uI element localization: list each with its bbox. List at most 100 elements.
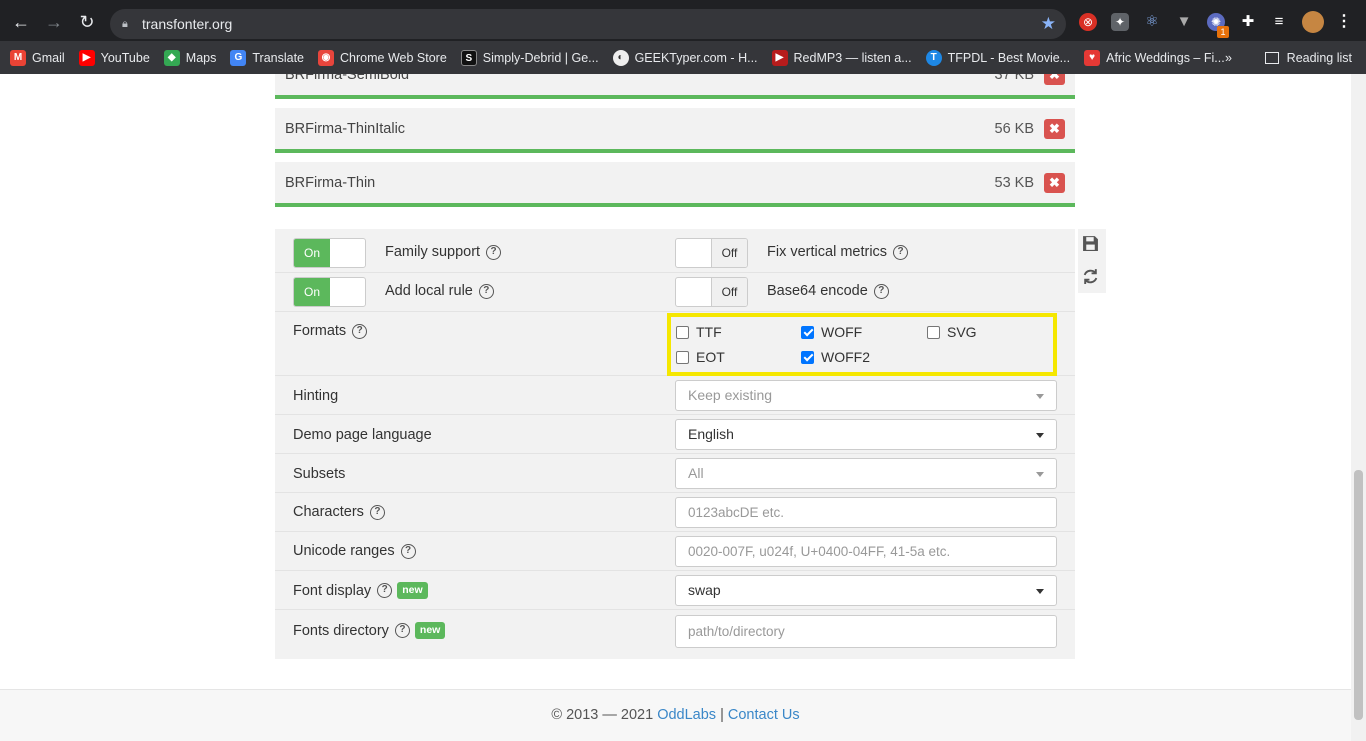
page-content: BRFirma-SemiBold 37 KB ✖ BRFirma-ThinIta… <box>0 74 1366 741</box>
settings-row: Unicode ranges? 0020-007F, u024f, U+0400… <box>275 532 1075 571</box>
bookmarks-more-button[interactable]: » <box>1225 51 1232 65</box>
help-icon[interactable]: ? <box>400 543 416 559</box>
settings-row: Subsets All <box>275 454 1075 493</box>
file-name: BRFirma-SemiBold <box>285 74 410 83</box>
remove-file-button[interactable]: ✖ <box>1044 74 1065 85</box>
file-row: BRFirma-SemiBold 37 KB ✖ <box>275 74 1075 99</box>
file-row: BRFirma-ThinItalic 56 KB ✖ <box>275 108 1075 153</box>
subsets-label: Subsets <box>293 466 346 482</box>
remove-file-button[interactable]: ✖ <box>1044 173 1065 193</box>
characters-label: Characters? <box>293 504 385 520</box>
hinting-label: Hinting <box>293 388 339 404</box>
file-name: BRFirma-ThinItalic <box>285 121 406 137</box>
new-badge: new <box>414 622 446 639</box>
forward-icon[interactable]: → <box>42 10 66 34</box>
tfpdl-icon: T <box>925 49 942 66</box>
side-actions <box>1078 229 1106 293</box>
base64-encode-label: Base64 encode? <box>767 283 889 299</box>
redmp3-icon: ▶ <box>771 49 788 66</box>
reload-icon[interactable]: ↻ <box>75 10 99 34</box>
settings-row: Fonts directory? new path/to/directory <box>275 610 1075 659</box>
fix-vertical-metrics-toggle[interactable]: Off <box>675 238 748 268</box>
copyright-text: © 2013 — 2021 <box>551 707 654 723</box>
file-size: 53 KB <box>994 175 1035 191</box>
maps-icon: ◆ <box>163 49 180 66</box>
bookmarks-bar: M Gmail ▶ YouTube ◆ Maps G Translate ◉ Chrome… <box>0 41 1366 74</box>
refresh-icon[interactable] <box>1082 268 1099 285</box>
menu-icon[interactable]: ⋮ <box>1335 13 1353 31</box>
bookmark-translate[interactable]: G Translate <box>230 49 304 66</box>
bookmark-geektyper[interactable]: ◐ GEEKTyper.com - H... <box>612 49 758 66</box>
file-name: BRFirma-Thin <box>285 175 376 191</box>
font-display-select[interactable]: swap <box>675 575 1057 606</box>
scrollbar-thumb[interactable] <box>1354 470 1363 720</box>
bookmark-star-icon[interactable]: ★ <box>1041 9 1056 39</box>
media-control-icon[interactable]: ≡ <box>1270 13 1288 31</box>
help-icon[interactable]: ? <box>893 244 909 260</box>
scrollbar[interactable] <box>1351 74 1366 741</box>
bookmark-gmail[interactable]: M Gmail <box>10 49 65 66</box>
help-icon[interactable]: ? <box>394 623 410 638</box>
back-icon[interactable]: ← <box>9 10 33 34</box>
settings-row: Hinting Keep existing <box>275 376 1075 415</box>
avatar[interactable] <box>1302 11 1324 33</box>
settings-row: On Add local rule? Off Base64 encode? <box>275 273 1075 312</box>
bookmark-africweddings[interactable]: ♥ Afric Weddings – Fi... <box>1084 49 1225 66</box>
help-icon[interactable]: ? <box>478 283 494 299</box>
extension-badge: 1 <box>1217 26 1229 38</box>
geektyper-icon: ◐ <box>612 49 629 66</box>
add-local-rule-label: Add local rule? <box>385 283 494 299</box>
help-icon[interactable]: ? <box>369 504 385 520</box>
help-icon[interactable]: ? <box>352 323 368 339</box>
contact-us-link[interactable]: Contact Us <box>728 707 800 723</box>
gmail-icon: M <box>10 49 26 66</box>
characters-input[interactable]: 0123abcDE etc. <box>675 497 1057 528</box>
africweddings-icon: ♥ <box>1084 49 1101 66</box>
base64-encode-toggle[interactable]: Off <box>675 277 748 307</box>
help-icon[interactable]: ? <box>486 244 502 260</box>
footer-separator: | <box>720 707 724 723</box>
bookmark-maps[interactable]: ◆ Maps <box>163 49 216 66</box>
demo-page-language-select[interactable]: English <box>675 419 1057 450</box>
chevron-down-icon <box>1036 433 1044 438</box>
react-devtools-icon[interactable]: ⚛ <box>1143 13 1161 31</box>
unicode-ranges-input[interactable]: 0020-007F, u024f, U+0400-04FF, 41-5a etc… <box>675 536 1057 567</box>
bookmark-tfpdl[interactable]: T TFPDL - Best Movie... <box>925 49 1070 66</box>
extension-icon[interactable]: ⊗ <box>1079 13 1097 31</box>
webstore-icon: ◉ <box>318 49 335 66</box>
formats-label: Formats? <box>293 323 368 339</box>
save-icon[interactable] <box>1082 235 1099 252</box>
help-icon[interactable]: ? <box>873 283 889 299</box>
bookmark-youtube[interactable]: ▶ YouTube <box>78 49 150 66</box>
settings-row: Characters? 0123abcDE etc. <box>275 493 1075 532</box>
family-support-label: Family support? <box>385 244 502 260</box>
chevron-down-icon <box>1036 589 1044 594</box>
help-icon[interactable]: ? <box>377 583 393 598</box>
oddlabs-link[interactable]: OddLabs <box>657 707 716 723</box>
font-display-label: Font display? new <box>293 582 428 599</box>
extension-icon[interactable]: ✦ <box>1111 13 1129 31</box>
subsets-select[interactable]: All <box>675 458 1057 489</box>
youtube-icon: ▶ <box>78 49 95 66</box>
lock-icon: 🔒︎ <box>122 18 128 30</box>
settings-row: Font display? new swap <box>275 571 1075 610</box>
family-support-toggle[interactable]: On <box>293 238 366 268</box>
reading-list-button[interactable]: Reading list <box>1264 41 1352 74</box>
vue-icon[interactable]: ▼ <box>1175 13 1193 31</box>
settings-panel: On Family support? Off Fix vertical metr… <box>275 229 1075 659</box>
formats-highlight-box <box>667 313 1057 376</box>
extensions-puzzle-icon[interactable]: ✚ <box>1239 13 1257 31</box>
fonts-directory-input[interactable]: path/to/directory <box>675 615 1057 648</box>
bookmark-redmp3[interactable]: ▶ RedMP3 — listen a... <box>771 49 912 66</box>
settings-row: On Family support? Off Fix vertical metr… <box>275 229 1075 273</box>
url-text: transfonter.org <box>142 16 233 32</box>
address-bar[interactable]: 🔒︎ transfonter.org ★ <box>110 9 1066 39</box>
file-size: 56 KB <box>994 121 1035 137</box>
bookmark-webstore[interactable]: ◉ Chrome Web Store <box>318 49 447 66</box>
footer: © 2013 — 2021 OddLabs | Contact Us <box>0 689 1351 741</box>
add-local-rule-toggle[interactable]: On <box>293 277 366 307</box>
new-badge: new <box>397 582 428 599</box>
remove-file-button[interactable]: ✖ <box>1044 119 1065 139</box>
hinting-select[interactable]: Keep existing <box>675 380 1057 411</box>
bookmark-simplydebrid[interactable]: S Simply-Debrid | Ge... <box>460 49 599 66</box>
